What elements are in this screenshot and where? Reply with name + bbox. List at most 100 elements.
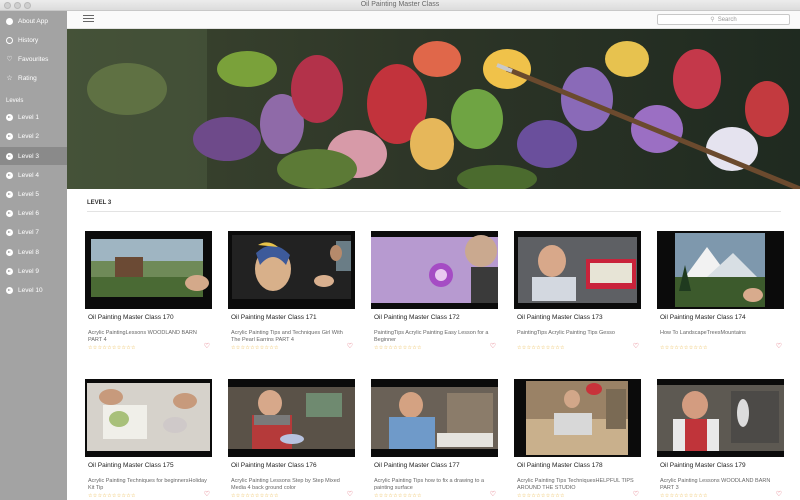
play-circle-icon — [6, 267, 13, 275]
video-thumbnail[interactable] — [371, 379, 498, 457]
sidebar-section-levels: Levels — [6, 98, 24, 104]
video-card[interactable]: Oil Painting Master Class 171 Acrylic Pa… — [228, 231, 355, 361]
star-rating-icon[interactable]: ☆☆☆☆☆☆☆☆☆☆ — [660, 493, 708, 499]
video-title: Oil Painting Master Class 170 — [88, 314, 174, 321]
video-thumbnail[interactable] — [228, 231, 355, 309]
sidebar-item-label: Level 10 — [18, 286, 43, 294]
video-thumbnail[interactable] — [371, 231, 498, 309]
video-title: Oil Painting Master Class 176 — [231, 462, 317, 469]
sidebar-item-level-5[interactable]: Level 5 — [0, 185, 67, 203]
list-menu-icon[interactable] — [83, 15, 94, 24]
play-circle-icon — [6, 132, 13, 140]
video-card[interactable]: Oil Painting Master Class 177 Acrylic Pa… — [371, 379, 498, 500]
sidebar-item-label: Rating — [18, 74, 37, 82]
video-title: Oil Painting Master Class 174 — [660, 314, 746, 321]
video-card[interactable]: Oil Painting Master Class 172 PaintingTi… — [371, 231, 498, 361]
sidebar-item-level-3[interactable]: Level 3 — [0, 147, 67, 165]
video-card[interactable]: Oil Painting Master Class 170 Acrylic Pa… — [85, 231, 212, 361]
star-rating-icon[interactable]: ☆☆☆☆☆☆☆☆☆☆ — [231, 493, 279, 499]
level-title: LEVEL 3 — [87, 200, 112, 206]
video-thumbnail[interactable] — [657, 231, 784, 309]
favourite-heart-icon[interactable]: ♡ — [204, 342, 210, 350]
play-circle-icon — [6, 190, 13, 198]
star-rating-icon[interactable]: ☆☆☆☆☆☆☆☆☆☆ — [88, 493, 136, 499]
video-card[interactable]: Oil Painting Master Class 176 Acrylic Pa… — [228, 379, 355, 500]
play-circle-icon — [6, 171, 13, 179]
sidebar-item-favourites[interactable]: ♡ Favourites — [0, 50, 67, 68]
sidebar-item-level-7[interactable]: Level 7 — [0, 223, 67, 241]
flower-painting-illustration — [67, 29, 800, 189]
star-rating-icon[interactable]: ☆☆☆☆☆☆☆☆☆☆ — [231, 345, 279, 351]
favourite-heart-icon[interactable]: ♡ — [633, 342, 639, 350]
star-rating-icon[interactable]: ☆☆☆☆☆☆☆☆☆☆ — [660, 345, 708, 351]
video-title: Oil Painting Master Class 171 — [231, 314, 317, 321]
video-thumbnail[interactable] — [228, 379, 355, 457]
video-thumbnail[interactable] — [85, 379, 212, 457]
video-card[interactable]: Oil Painting Master Class 179 Acrylic Pa… — [657, 379, 784, 500]
video-thumbnail[interactable] — [85, 231, 212, 309]
video-description: Acrylic Painting Lessons WOODLAND BARN P… — [660, 478, 771, 491]
favourite-heart-icon[interactable]: ♡ — [204, 490, 210, 498]
sidebar-item-about-app[interactable]: About App — [0, 12, 67, 30]
sidebar-item-level-9[interactable]: Level 9 — [0, 262, 67, 280]
sidebar-item-level-8[interactable]: Level 8 — [0, 243, 67, 261]
play-circle-icon — [6, 286, 13, 294]
video-description: Acrylic Painting Techniques for beginner… — [88, 478, 207, 491]
window-titlebar: Oil Painting Master Class — [0, 0, 800, 11]
star-rating-icon[interactable]: ☆☆☆☆☆☆☆☆☆☆ — [517, 345, 565, 351]
video-card[interactable]: Oil Painting Master Class 174 How To Lan… — [657, 231, 784, 361]
video-description: PaintingTips Acrylic Painting Easy Lesso… — [374, 330, 489, 343]
sidebar-item-label: Level 2 — [18, 132, 39, 140]
star-rating-icon[interactable]: ☆☆☆☆☆☆☆☆☆☆ — [517, 493, 565, 499]
video-thumbnail[interactable] — [514, 379, 641, 457]
star-rating-icon[interactable]: ☆☆☆☆☆☆☆☆☆☆ — [88, 345, 136, 351]
favourite-heart-icon[interactable]: ♡ — [490, 490, 496, 498]
favourite-heart-icon[interactable]: ♡ — [776, 490, 782, 498]
star-rating-icon[interactable]: ☆☆☆☆☆☆☆☆☆☆ — [374, 493, 422, 499]
sidebar: About App History ♡ Favourites ☆ Rating … — [0, 11, 67, 500]
favourite-heart-icon[interactable]: ♡ — [633, 490, 639, 498]
video-title: Oil Painting Master Class 173 — [517, 314, 603, 321]
video-title: Oil Painting Master Class 175 — [88, 462, 174, 469]
star-rating-icon[interactable]: ☆☆☆☆☆☆☆☆☆☆ — [374, 345, 422, 351]
sidebar-item-level-4[interactable]: Level 4 — [0, 166, 67, 184]
sidebar-item-level-10[interactable]: Level 10 — [0, 281, 67, 299]
sidebar-item-label: Level 1 — [18, 113, 39, 121]
sidebar-item-label: Level 3 — [18, 152, 39, 160]
sidebar-item-rating[interactable]: ☆ Rating — [0, 69, 67, 87]
video-card[interactable]: Oil Painting Master Class 178 Acrylic Pa… — [514, 379, 641, 500]
sidebar-item-history[interactable]: History — [0, 31, 67, 49]
video-thumbnail[interactable] — [514, 231, 641, 309]
sidebar-item-label: Favourites — [18, 55, 49, 63]
favourite-heart-icon[interactable]: ♡ — [490, 342, 496, 350]
favourite-heart-icon[interactable]: ♡ — [776, 342, 782, 350]
heart-icon: ♡ — [6, 55, 13, 63]
video-thumbnail[interactable] — [657, 379, 784, 457]
sidebar-item-level-6[interactable]: Level 6 — [0, 204, 67, 222]
sidebar-item-level-2[interactable]: Level 2 — [0, 127, 67, 145]
video-description: Acrylic Painting Tips TechniquesHELPFUL … — [517, 478, 634, 491]
video-title: Oil Painting Master Class 179 — [660, 462, 746, 469]
video-card[interactable]: Oil Painting Master Class 173 PaintingTi… — [514, 231, 641, 361]
favourite-heart-icon[interactable]: ♡ — [347, 342, 353, 350]
clock-icon — [6, 36, 13, 44]
sidebar-item-label: History — [18, 36, 39, 44]
star-icon: ☆ — [6, 74, 13, 82]
play-circle-icon — [6, 209, 13, 217]
sidebar-item-label: Level 7 — [18, 228, 39, 236]
search-field[interactable]: ⚲ Search — [657, 14, 790, 25]
banner-image — [67, 29, 800, 189]
video-card[interactable]: Oil Painting Master Class 175 Acrylic Pa… — [85, 379, 212, 500]
search-icon: ⚲ — [710, 17, 715, 23]
video-title: Oil Painting Master Class 178 — [517, 462, 603, 469]
sidebar-item-level-1[interactable]: Level 1 — [0, 108, 67, 126]
sidebar-item-label: Level 4 — [18, 171, 39, 179]
play-circle-icon — [6, 113, 13, 121]
info-circle-icon — [6, 17, 13, 25]
toolbar: ⚲ Search — [67, 11, 800, 29]
sidebar-item-label: Level 5 — [18, 190, 39, 198]
video-description: How To LandscapeTreesMountains — [660, 330, 746, 336]
favourite-heart-icon[interactable]: ♡ — [347, 490, 353, 498]
video-description: Acrylic Painting Tips and Techniques Gir… — [231, 330, 343, 343]
sidebar-item-label: Level 9 — [18, 267, 39, 275]
